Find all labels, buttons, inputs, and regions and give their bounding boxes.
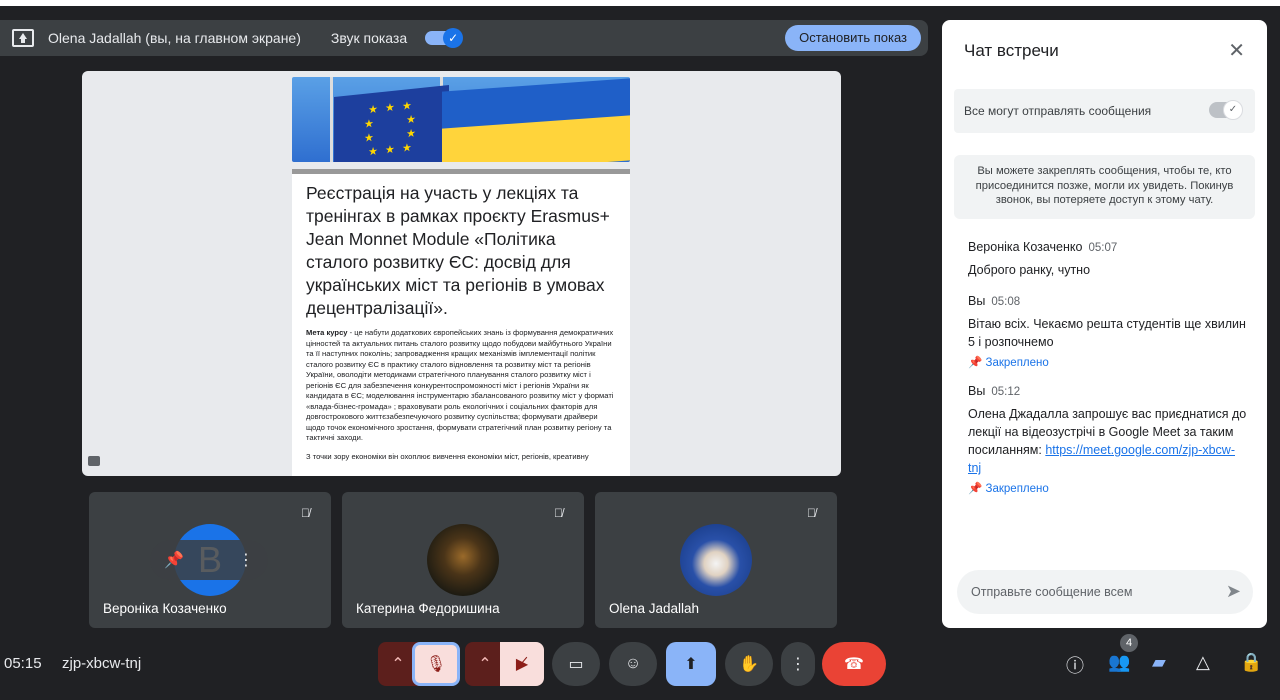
chevron-up-icon: ⌃ [391,656,405,673]
clock: 05:15 [4,655,42,672]
presentation-bar: Olena Jadallah (вы, на главном экране) З… [0,20,928,56]
hand-icon: ✋ [739,656,759,673]
check-icon: ✓ [443,28,464,48]
participant-tile[interactable]: 🎙̸ Olena Jadallah [595,492,837,628]
message-time: 05:12 [991,386,1021,398]
raise-hand-button[interactable]: ✋ [725,642,773,686]
presentation-view: ★ ★ ★ ★ ★ ★ ★ ★ ★ ★ Реєстрація на участь у … [82,71,841,476]
allow-messages-row: Все могут отправлять сообщения ✓ [954,89,1255,133]
more-options-button[interactable]: ⋮ [781,642,815,686]
allow-messages-label: Все могут отправлять сообщения [964,104,1152,118]
meeting-info-icon[interactable]: ⓘ [1066,652,1084,678]
microphone-button[interactable]: 🎙 [412,642,460,686]
message-time: 05:08 [991,296,1021,308]
emoji-icon: ☺ [624,655,642,672]
pin-icon: 📌 [968,357,983,369]
document-page: Реєстрація на участь у лекціях та тренін… [292,169,630,476]
sound-toggle[interactable]: ✓ [425,28,464,48]
pinned-label: Закреплено [985,357,1049,369]
chat-panel: Чат встречи ✕ Все могут отправлять сообщ… [942,20,1267,628]
top-edge [0,0,1280,6]
presenter-title: Olena Jadallah (вы, на главном экране) [48,30,301,46]
activities-icon[interactable]: △ [1196,652,1210,673]
mic-off-icon: 🎙̸ [554,506,563,520]
pinned-indicator[interactable]: 📌 Закреплено [968,481,1248,495]
participant-name: Вероніка Козаченко [103,601,227,616]
check-icon: ✓ [1223,100,1243,120]
captions-icon: ▭ [568,656,584,673]
message-text: Олена Джадалла запрошує вас приєднатися … [968,405,1248,477]
allow-messages-toggle[interactable]: ✓ [1209,100,1243,120]
camera-button[interactable]: ▶̸ [500,642,544,686]
chat-icon[interactable]: ▰ [1152,652,1166,673]
pin-icon[interactable]: 📌 [164,550,184,570]
tile-controls: 📌 ⋮ [150,540,268,580]
chat-input[interactable]: Отправьте сообщение всем ➤ [957,570,1253,614]
body-label: Мета курсу [306,328,348,337]
participant-tile[interactable]: 🎙̸ Катерина Федоришина [342,492,584,628]
avatar [680,524,752,596]
speaker-notes-icon[interactable] [88,456,100,466]
eu-flag: ★ ★ ★ ★ ★ ★ ★ ★ ★ ★ [334,84,449,162]
document-body: Мета курсу - це набути додаткових європе… [306,328,616,444]
present-screen-icon [12,29,34,47]
present-button[interactable]: ⬆ [666,642,716,686]
chat-message: Вы 05:12 Олена Джадалла запрошує вас приє… [968,384,1248,495]
pinned-label: Закреплено [985,483,1049,495]
reactions-button[interactable]: ☺ [609,642,657,686]
captions-button[interactable]: ▭ [552,642,600,686]
body-text: - це набути додаткових європейських знан… [306,328,614,442]
present-icon: ⬆ [684,656,698,673]
stop-presenting-button[interactable]: Остановить показ [785,25,921,51]
sound-label: Звук показа [330,30,408,46]
chat-info: Вы можете закреплять сообщения, чтобы те… [954,155,1255,219]
pinned-indicator[interactable]: 📌 Закреплено [968,355,1248,369]
message-text: Вітаю всіх. Чекаємо решта студентів ще х… [968,317,1246,349]
flags-image: ★ ★ ★ ★ ★ ★ ★ ★ ★ ★ [292,77,630,162]
document-title: Реєстрація на участь у лекціях та тренін… [306,183,610,318]
message-text: Доброго ранку, чутно [968,263,1091,277]
leave-call-button[interactable]: ☎ [822,642,886,686]
participant-name: Olena Jadallah [609,601,700,616]
video-options-button[interactable]: ⌃ [465,642,505,686]
message-author: Вероніка Козаченко [968,240,1083,254]
chat-message: Вы 05:08 Вітаю всіх. Чекаємо решта студен… [968,294,1248,369]
mic-off-icon: 🎙̸ [807,506,816,520]
people-count-badge: 4 [1120,634,1138,652]
message-author: Вы [968,384,986,398]
mic-off-icon: 🎙̸ [301,506,310,520]
participant-tile[interactable]: 🎙̸ В 📌 ⋮ Вероніка Козаченко [89,492,331,628]
host-controls-icon[interactable]: 🔒 [1240,652,1262,673]
chevron-up-icon: ⌃ [478,656,492,673]
chat-message: Вероніка Козаченко 05:07 Доброго ранку, ч… [968,240,1248,279]
meeting-code: zjp-xbcw-tnj [62,655,142,672]
send-icon[interactable]: ➤ [1226,581,1241,602]
chat-input-placeholder: Отправьте сообщение всем [971,585,1133,599]
document-body-2: З точки зору економіки він охоплює вивче… [306,451,589,461]
pin-icon: 📌 [968,483,983,495]
participant-name: Катерина Федоришина [356,601,500,616]
more-vert-icon: ⋮ [790,656,806,673]
more-options-icon[interactable]: ⋮ [238,550,254,570]
close-icon[interactable]: ✕ [1228,38,1245,63]
message-time: 05:07 [1088,242,1118,254]
people-icon[interactable]: 👥 [1108,652,1130,673]
camera-off-icon: ▶̸ [515,656,529,673]
chat-title: Чат встречи [964,41,1059,60]
hangup-icon: ☎ [844,656,864,673]
message-author: Вы [968,294,986,308]
mic-off-icon: 🎙 [425,656,447,673]
avatar [427,524,499,596]
